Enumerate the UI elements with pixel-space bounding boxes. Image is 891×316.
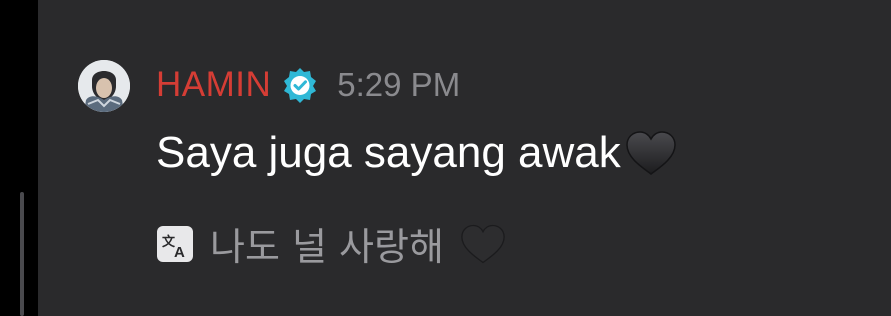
svg-text:A: A	[174, 244, 185, 261]
message-body: Saya juga sayang awak	[156, 128, 679, 178]
translate-icon[interactable]: 文 A	[156, 224, 194, 264]
translation-row: 文 A 나도 널 사랑해	[156, 216, 508, 271]
chat-panel: HAMIN 5:29 PM Saya juga sayang awak 文 A …	[38, 0, 891, 316]
scrollbar-thumb[interactable]	[20, 192, 24, 316]
message-header: HAMIN 5:29 PM	[156, 62, 460, 108]
username[interactable]: HAMIN	[156, 65, 271, 105]
black-heart-emoji-icon	[458, 222, 508, 266]
translated-text: 나도 널 사랑해	[210, 225, 444, 269]
left-gutter	[0, 0, 38, 316]
avatar[interactable]	[78, 60, 130, 112]
verified-badge-icon	[281, 66, 319, 104]
timestamp: 5:29 PM	[337, 66, 461, 103]
message-text: Saya juga sayang awak	[156, 128, 621, 177]
black-heart-emoji-icon	[623, 128, 679, 178]
